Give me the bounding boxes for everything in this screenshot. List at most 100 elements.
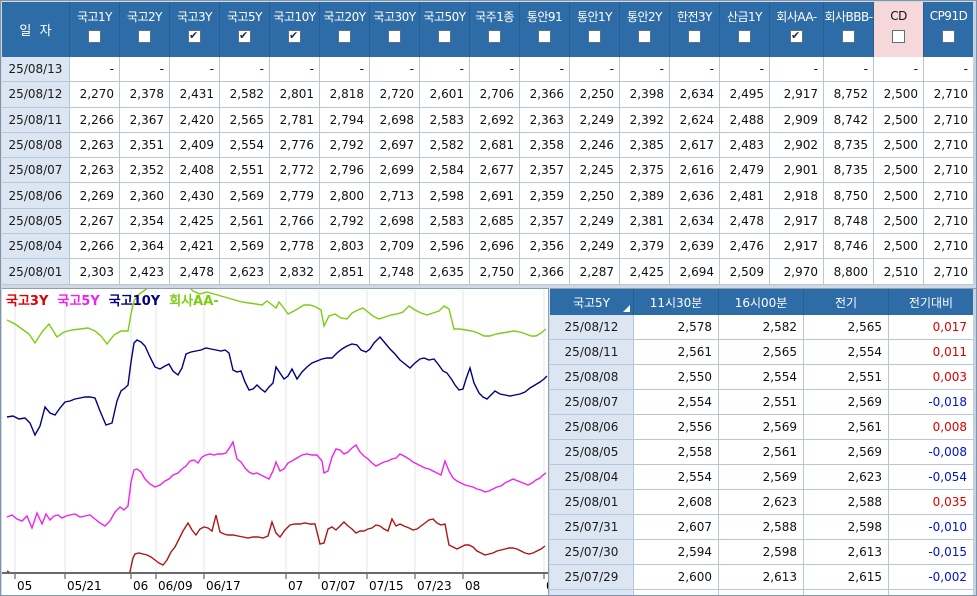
instrument-column-header[interactable]: 한전3Y xyxy=(670,2,720,57)
instrument-column-header[interactable]: 통안91 xyxy=(520,2,570,57)
instrument-checkbox[interactable] xyxy=(842,30,855,43)
instrument-column-header[interactable]: 국고20Y xyxy=(320,2,370,57)
instrument-label: 회사AA- xyxy=(776,9,817,24)
instrument-column-header[interactable]: 국고30Y xyxy=(370,2,420,57)
value-1600-cell: 2,588 xyxy=(719,515,804,540)
rate-value-cell: 2,851 xyxy=(320,259,370,285)
instrument-column-header[interactable]: 국고2Y xyxy=(120,2,170,57)
instrument-checkbox[interactable] xyxy=(88,30,101,43)
instrument-label: 국고30Y xyxy=(373,9,416,24)
rate-value-cell: 2,367 xyxy=(120,107,170,133)
instrument-checkbox[interactable] xyxy=(488,30,501,43)
rate-value-cell: 2,249 xyxy=(570,234,620,260)
rate-value-cell: 2,617 xyxy=(670,132,720,159)
instrument-checkbox[interactable] xyxy=(892,30,905,43)
rate-value-cell: 2,710 xyxy=(924,234,974,260)
instrument-column-header[interactable]: 통안1Y xyxy=(570,2,620,57)
instrument-column-header[interactable]: 국고1Y xyxy=(70,2,120,57)
col-header-prev[interactable]: 전기 xyxy=(804,289,889,315)
top-table-scrollbar[interactable] xyxy=(973,2,976,285)
rate-value-cell: 2,623 xyxy=(220,259,270,285)
instrument-column-header[interactable]: 국고3Y xyxy=(170,2,220,57)
rate-value-cell: 2,267 xyxy=(70,208,120,235)
instrument-checkbox[interactable] xyxy=(188,29,201,43)
checkbox-cell xyxy=(320,30,369,57)
rate-value-cell: 2,364 xyxy=(120,234,170,260)
rate-value-cell: - xyxy=(270,57,320,83)
instrument-column-header[interactable]: 통안2Y xyxy=(620,2,670,57)
row-date-cell: 25/08/08 xyxy=(550,365,634,390)
checkbox-cell xyxy=(924,30,973,57)
instrument-column-header[interactable]: 회사AA- xyxy=(770,2,824,57)
instrument-checkbox[interactable] xyxy=(638,30,651,43)
instrument-checkbox[interactable] xyxy=(942,30,955,43)
detail-sort-header[interactable]: 국고5Y xyxy=(550,289,634,315)
instrument-column-header[interactable]: 산금1Y xyxy=(720,2,770,57)
rate-value-cell: 2,772 xyxy=(270,158,320,184)
rate-value-cell: 2,776 xyxy=(270,132,320,159)
value-prev-cell: 2,588 xyxy=(804,490,889,515)
instrument-column-header[interactable]: 국고5Y xyxy=(220,2,270,57)
instrument-column-header[interactable]: CD xyxy=(874,2,924,57)
value-1600-cell: 2,623 xyxy=(719,490,804,515)
instrument-label: CD xyxy=(890,9,907,23)
instrument-label: CP91D xyxy=(929,9,968,23)
rate-value-cell: 2,698 xyxy=(370,107,420,133)
instrument-label: 국고3Y xyxy=(176,9,213,24)
rate-value-cell: 2,366 xyxy=(520,259,570,285)
rate-value-cell: 2,720 xyxy=(370,82,420,108)
instrument-checkbox[interactable] xyxy=(588,30,601,43)
instrument-label: 국고10Y xyxy=(273,9,316,24)
instrument-checkbox[interactable] xyxy=(738,30,751,43)
rate-value-cell: 2,351 xyxy=(120,132,170,159)
checkbox-cell xyxy=(70,30,119,57)
x-axis-tick-label: 06 xyxy=(133,579,148,593)
instrument-checkbox[interactable] xyxy=(388,30,401,43)
rate-value-cell: 2,901 xyxy=(770,158,824,184)
instrument-column-header[interactable]: 국고50Y xyxy=(420,2,470,57)
instrument-checkbox[interactable] xyxy=(790,29,803,43)
rate-value-cell: 2,250 xyxy=(570,183,620,209)
instrument-label: 국고20Y xyxy=(323,9,366,24)
table-row: 25/08/04 2,266 2,364 2,421 2,569 2,778 2,803 2… xyxy=(2,234,976,260)
row-date-cell: 25/08/04 xyxy=(550,465,634,490)
instrument-column-header[interactable]: 국주1종 xyxy=(470,2,520,57)
checkbox-cell xyxy=(470,30,519,57)
rate-value-cell: 2,358 xyxy=(520,132,570,159)
instrument-label: 회사BBB- xyxy=(824,9,873,24)
rate-value-cell: 8,742 xyxy=(824,107,874,133)
x-axis-tick-label: 07/15 xyxy=(369,579,404,593)
row-date-cell: 25/08/07 xyxy=(2,158,70,184)
col-header-1130[interactable]: 11시30분 xyxy=(634,289,719,315)
instrument-checkbox[interactable] xyxy=(138,30,151,43)
col-header-1600[interactable]: 16시00분 xyxy=(719,289,804,315)
instrument-column-header[interactable]: CP91D xyxy=(924,2,974,57)
instrument-checkbox[interactable] xyxy=(238,29,251,43)
daily-rates-body: 25/08/13 ------------------ 25/08/12 2,2… xyxy=(2,57,976,285)
instrument-checkbox[interactable] xyxy=(288,29,301,43)
rate-value-cell: 2,781 xyxy=(270,107,320,133)
rate-value-cell: - xyxy=(720,57,770,83)
checkbox-cell xyxy=(720,30,769,57)
col-header-change[interactable]: 전기대비 xyxy=(889,289,974,315)
rate-value-cell: - xyxy=(370,57,420,83)
rate-value-cell: 2,710 xyxy=(924,132,974,159)
rate-value-cell: 2,779 xyxy=(270,183,320,209)
checkbox-cell xyxy=(670,30,719,57)
instrument-checkbox[interactable] xyxy=(438,30,451,43)
table-row: 25/08/11 2,561 2,565 2,554 0,011 xyxy=(550,340,976,365)
instrument-column-header[interactable]: 국고10Y xyxy=(270,2,320,57)
rate-value-cell: 2,565 xyxy=(220,107,270,133)
detail-table-scrollbar[interactable] xyxy=(973,289,976,595)
rate-value-cell: 8,800 xyxy=(824,259,874,285)
instrument-checkbox[interactable] xyxy=(538,30,551,43)
rate-value-cell: 2,694 xyxy=(670,259,720,285)
rate-value-cell: - xyxy=(470,57,520,83)
instrument-checkbox[interactable] xyxy=(338,30,351,43)
rate-value-cell: 2,425 xyxy=(620,259,670,285)
instrument-column-header[interactable]: 회사BBB- xyxy=(824,2,874,57)
instrument-checkbox[interactable] xyxy=(688,30,701,43)
table-row: 25/08/01 2,608 2,623 2,588 0,035 xyxy=(550,490,976,515)
rate-value-cell: 2,801 xyxy=(270,82,320,108)
rate-value-cell: 2,713 xyxy=(370,183,420,209)
